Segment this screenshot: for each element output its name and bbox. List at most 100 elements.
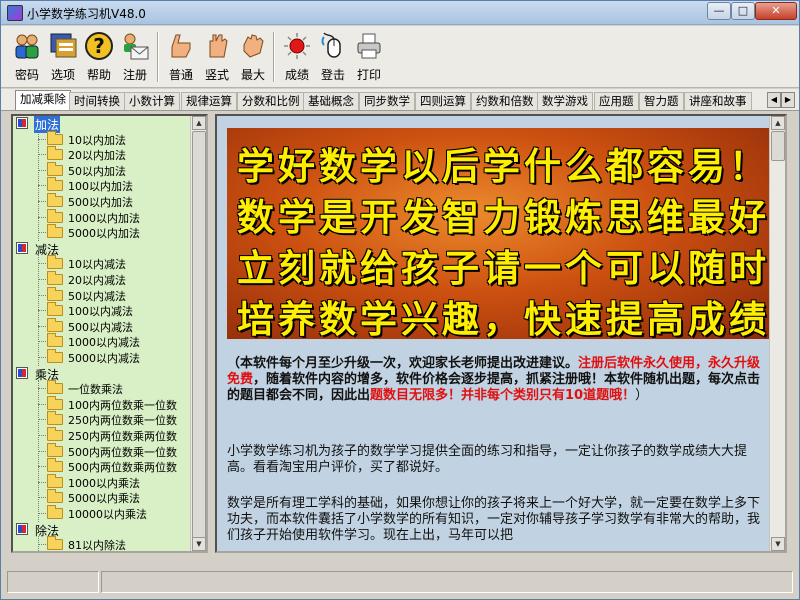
- window-title: 小学数学练习机V48.0: [27, 7, 146, 21]
- tab-patterns[interactable]: 规律运算: [181, 92, 237, 110]
- tree-connector: [38, 325, 46, 327]
- content-panel: 学好数学以后学什么都容易！千万要 数学是开发智力锻炼思维最好工具未 立刻就给孩子…: [215, 114, 787, 553]
- tree-item-label: 500以内加法: [68, 196, 133, 209]
- tab-scroll-right-icon[interactable]: ▶: [781, 92, 795, 108]
- password-label: 密码: [14, 68, 39, 82]
- notice-text: ）: [635, 388, 649, 403]
- content-scrollbar[interactable]: ▲ ▼: [769, 116, 785, 551]
- tab-basic-concepts[interactable]: 基础概念: [303, 92, 359, 110]
- options-icon: [50, 33, 77, 58]
- mode-normal-button[interactable]: 普通: [161, 29, 201, 85]
- tree-item-label: 20以内加法: [68, 149, 126, 163]
- tab-time-conversion[interactable]: 时间转换: [69, 92, 125, 110]
- tree-item-label: 20以内减法: [68, 274, 126, 287]
- tree-connector: [38, 201, 46, 202]
- tree-connector: [38, 263, 46, 265]
- folder-icon: [47, 177, 63, 192]
- tree-item-label: 10以内减法: [68, 258, 126, 272]
- mode-max-label: 最大: [240, 68, 265, 82]
- minimize-button[interactable]: —: [707, 2, 731, 20]
- print-label: 打印: [356, 68, 381, 82]
- scroll-thumb[interactable]: [192, 131, 206, 539]
- tree-scrollbar[interactable]: ▲ ▼: [190, 116, 206, 551]
- register-button[interactable]: 注册: [115, 29, 155, 85]
- tree-item-label: 10以内加法: [68, 133, 126, 147]
- banner-line: 数学是开发智力锻炼思维最好工具未: [237, 195, 769, 239]
- folder-icon: [47, 458, 63, 473]
- register-icon: [124, 33, 149, 60]
- tree-item-label: 5000以内乘法: [68, 492, 140, 506]
- category-tabs: 加减乘除 时间转换 小数计算 规律运算 分数和比例 基础概念 同步数学 四则运算…: [1, 89, 799, 111]
- mode-normal-label: 普通: [168, 68, 193, 82]
- status-cell: [101, 571, 793, 593]
- mode-vertical-label: 竖式: [204, 68, 229, 82]
- tree-connector: [38, 357, 46, 358]
- category-icon: [16, 366, 28, 379]
- promo-banner: 学好数学以后学什么都容易！千万要 数学是开发智力锻炼思维最好工具未 立刻就给孩子…: [227, 128, 769, 339]
- notice-highlight: 题数目无限多！并非每个类别只有10道题哦！: [370, 388, 636, 403]
- tree-item-label: 100内两位数乘一位数: [68, 398, 177, 412]
- description-paragraph: 数学是所有理工学科的基础，如果你想让你的孩子将来上一个好大学，就一定要在数学上多…: [227, 496, 761, 543]
- tab-math-games[interactable]: 数学游戏: [537, 92, 593, 110]
- register-label: 注册: [122, 68, 147, 82]
- tree-item-label: 500内两位数乘两位数: [68, 461, 177, 475]
- login-button[interactable]: 登击: [313, 29, 353, 85]
- folder-icon: [47, 473, 63, 488]
- tree-item-label: 5000以内减法: [68, 352, 140, 365]
- tree-connector: [38, 169, 46, 171]
- tab-decimals[interactable]: 小数计算: [124, 92, 180, 110]
- tab-brain-teasers[interactable]: 智力题: [639, 92, 684, 110]
- scroll-up-icon[interactable]: ▲: [192, 116, 206, 130]
- close-button[interactable]: ✕: [755, 2, 797, 20]
- scroll-down-icon[interactable]: ▼: [771, 537, 785, 551]
- password-button[interactable]: 密码: [7, 29, 47, 85]
- tree-connector: [38, 544, 46, 546]
- tab-scroll-left-icon[interactable]: ◀: [767, 92, 781, 108]
- folder-icon: [47, 317, 63, 332]
- folder-icon: [47, 224, 63, 239]
- mode-vertical-button[interactable]: 竖式: [197, 29, 237, 85]
- status-cell: [7, 571, 99, 593]
- scroll-thumb[interactable]: [771, 131, 785, 161]
- scroll-up-icon[interactable]: ▲: [771, 116, 785, 130]
- help-button[interactable]: ? 帮助: [79, 29, 119, 85]
- folder-icon: [47, 286, 63, 301]
- tree-item-label: 10000以内乘法: [68, 508, 147, 521]
- tab-divisors-multiples[interactable]: 约数和倍数: [471, 92, 539, 110]
- score-button[interactable]: 成绩: [277, 29, 317, 85]
- tree-connector: [38, 497, 46, 499]
- tab-arithmetic[interactable]: 加减乘除: [15, 90, 71, 110]
- maximize-button[interactable]: □: [731, 2, 755, 20]
- tab-word-problems[interactable]: 应用题: [594, 92, 639, 110]
- tree-connector: [38, 466, 46, 468]
- svg-text:?: ?: [93, 34, 105, 58]
- tree-item-label: 100以内加法: [68, 180, 133, 194]
- mode-max-button[interactable]: 最大: [233, 29, 273, 85]
- content-area: 学好数学以后学什么都容易！千万要 数学是开发智力锻炼思维最好工具未 立刻就给孩子…: [217, 116, 769, 551]
- print-button[interactable]: 打印: [349, 29, 389, 85]
- topic-tree: 加法 10以内加法 20以内加法 50以内加法 100以内加法 500以内加法 …: [11, 114, 208, 553]
- folder-icon: [47, 442, 63, 457]
- status-bar: [1, 567, 799, 599]
- scroll-down-icon[interactable]: ▼: [192, 537, 206, 551]
- printer-icon: [357, 33, 381, 59]
- tab-synced-math[interactable]: 同步数学: [359, 92, 415, 110]
- options-button[interactable]: 选项: [43, 29, 83, 85]
- category-icon: [16, 522, 28, 535]
- folder-icon: [47, 208, 63, 223]
- help-icon: ?: [85, 32, 113, 60]
- score-icon: [284, 33, 310, 59]
- tab-fractions-ratios[interactable]: 分数和比例: [237, 92, 305, 110]
- app-window: 小学数学练习机V48.0 — □ ✕ 密码 选项 ? 帮助 注册 普通 竖式 最…: [0, 0, 800, 600]
- tree-connector: [38, 185, 46, 187]
- folder-icon: [47, 161, 63, 176]
- tab-four-operations[interactable]: 四则运算: [415, 92, 471, 110]
- tree-connector: [38, 279, 46, 280]
- tree-connector: [38, 310, 46, 312]
- tree-connector: [38, 419, 46, 421]
- tab-lectures-stories[interactable]: 讲座和故事: [684, 92, 752, 110]
- folder-icon: [47, 255, 63, 270]
- tree-item-label: 1000以内加法: [68, 211, 140, 225]
- folder-icon: [47, 505, 63, 519]
- folder-icon: [47, 271, 63, 285]
